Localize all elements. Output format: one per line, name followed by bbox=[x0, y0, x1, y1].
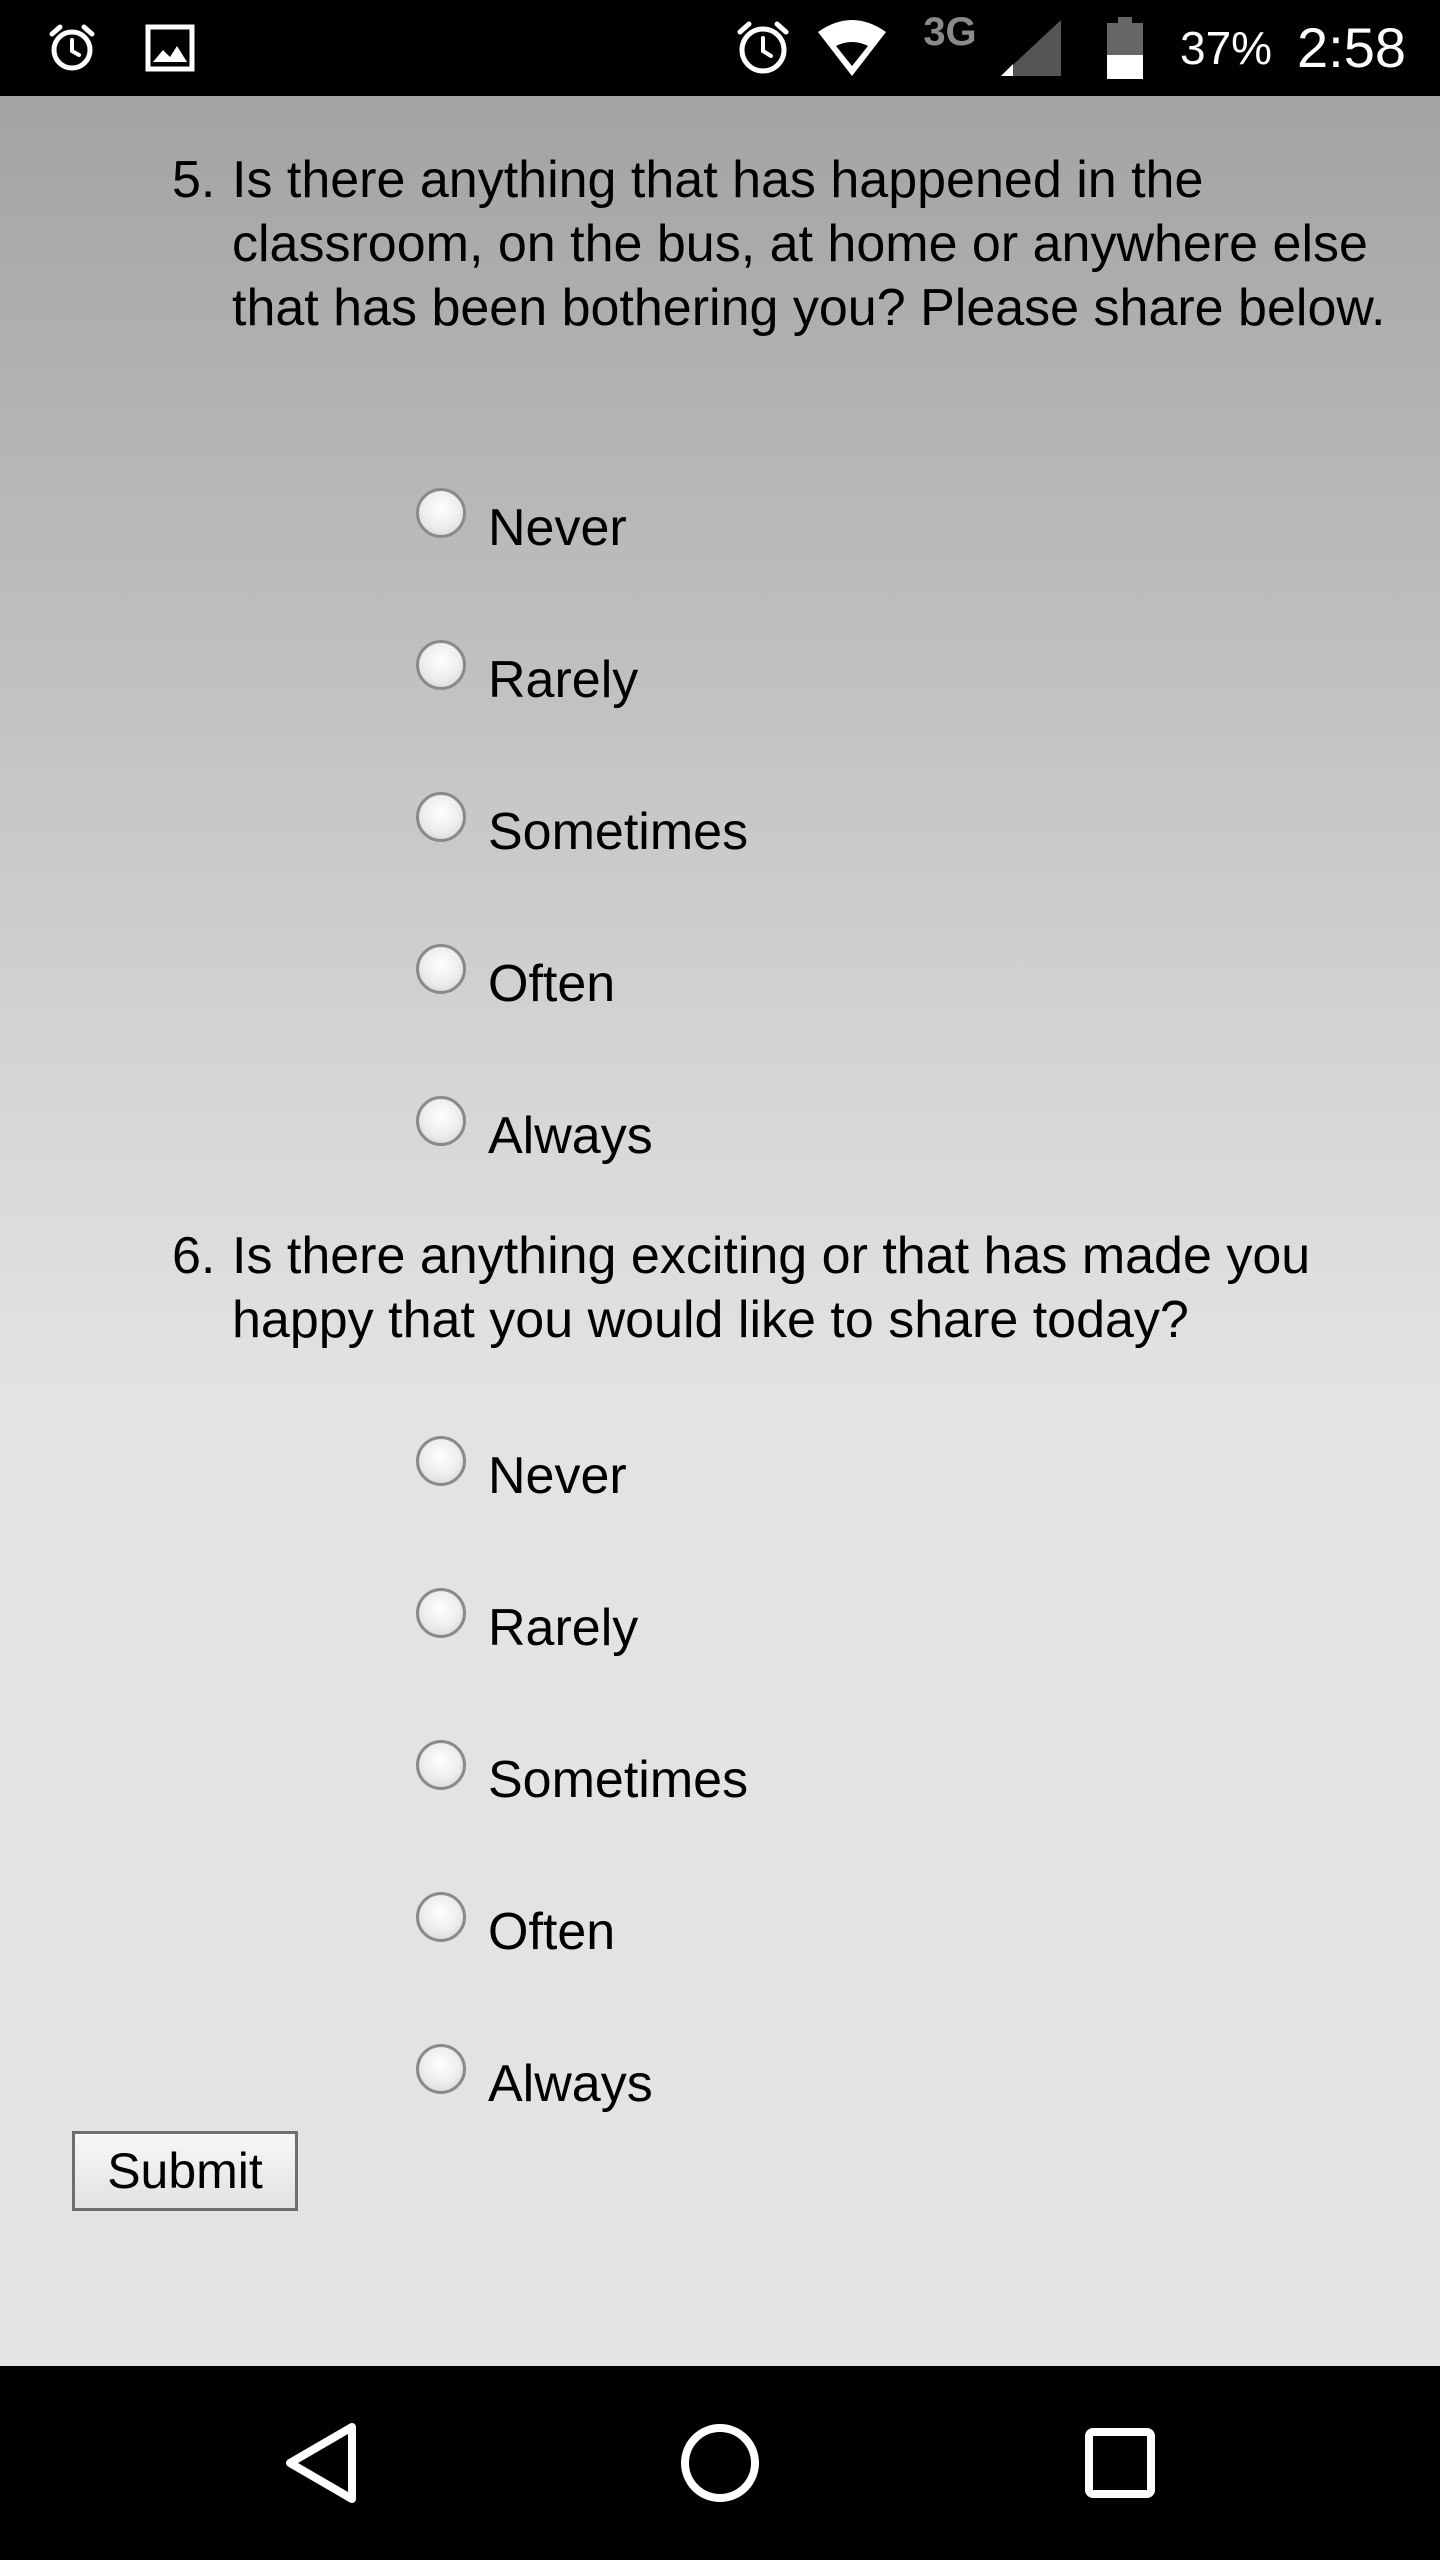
q6-option-rarely[interactable]: Rarely bbox=[416, 1588, 638, 1657]
recents-icon[interactable] bbox=[1040, 2366, 1200, 2560]
signal-icon bbox=[996, 0, 1066, 96]
option-label: Never bbox=[488, 1447, 627, 1505]
alarm-icon bbox=[40, 0, 104, 96]
q6-option-often[interactable]: Often bbox=[416, 1892, 615, 1961]
image-icon bbox=[138, 0, 202, 96]
survey-form: 5. Is there anything that has happened i… bbox=[0, 96, 1440, 2366]
network-type-label: 3G bbox=[923, 10, 977, 54]
question-6-number: 6. bbox=[172, 1227, 216, 1285]
q5-option-rarely[interactable]: Rarely bbox=[416, 640, 638, 709]
home-icon[interactable] bbox=[640, 2366, 800, 2560]
q5-sometimes-radio[interactable] bbox=[416, 792, 466, 842]
q5-never-radio[interactable] bbox=[416, 488, 466, 538]
q6-option-never[interactable]: Never bbox=[416, 1436, 627, 1505]
question-6-text: Is there anything exciting or that has m… bbox=[232, 1227, 1311, 1349]
q5-rarely-radio[interactable] bbox=[416, 640, 466, 690]
q6-option-sometimes[interactable]: Sometimes bbox=[416, 1740, 748, 1809]
q6-option-always[interactable]: Always bbox=[416, 2044, 653, 2113]
q6-often-radio[interactable] bbox=[416, 1892, 466, 1942]
q5-option-always[interactable]: Always bbox=[416, 1096, 653, 1165]
network-3g-icon: 3G bbox=[912, 0, 988, 96]
q6-always-radio[interactable] bbox=[416, 2044, 466, 2094]
option-label: Sometimes bbox=[488, 803, 749, 861]
wifi-icon bbox=[812, 0, 892, 96]
q6-sometimes-radio[interactable] bbox=[416, 1740, 466, 1790]
back-icon[interactable] bbox=[240, 2366, 400, 2560]
clock-time: 2:58 bbox=[1297, 16, 1406, 79]
option-label: Often bbox=[488, 955, 616, 1013]
option-label: Often bbox=[488, 1903, 616, 1961]
option-label: Rarely bbox=[488, 1599, 639, 1657]
submit-button[interactable]: Submit bbox=[72, 2131, 298, 2211]
battery-percent: 37% bbox=[1180, 22, 1273, 74]
option-label: Always bbox=[488, 2055, 653, 2113]
q5-option-sometimes[interactable]: Sometimes bbox=[416, 792, 748, 861]
question-5-text: Is there anything that has happened in t… bbox=[232, 151, 1386, 337]
question-5-number: 5. bbox=[172, 151, 216, 209]
option-label: Always bbox=[488, 1107, 653, 1165]
q6-rarely-radio[interactable] bbox=[416, 1588, 466, 1638]
option-label: Rarely bbox=[488, 651, 639, 709]
q6-never-radio[interactable] bbox=[416, 1436, 466, 1486]
q5-option-often[interactable]: Often bbox=[416, 944, 615, 1013]
q5-often-radio[interactable] bbox=[416, 944, 466, 994]
status-bar: 3G 37% 2:58 bbox=[0, 0, 1440, 96]
battery-icon bbox=[1100, 0, 1150, 96]
q5-always-radio[interactable] bbox=[416, 1096, 466, 1146]
alarm-clock-icon bbox=[728, 0, 798, 96]
navigation-bar bbox=[0, 2366, 1440, 2560]
q5-option-never[interactable]: Never bbox=[416, 488, 627, 557]
option-label: Sometimes bbox=[488, 1751, 749, 1809]
option-label: Never bbox=[488, 499, 627, 557]
